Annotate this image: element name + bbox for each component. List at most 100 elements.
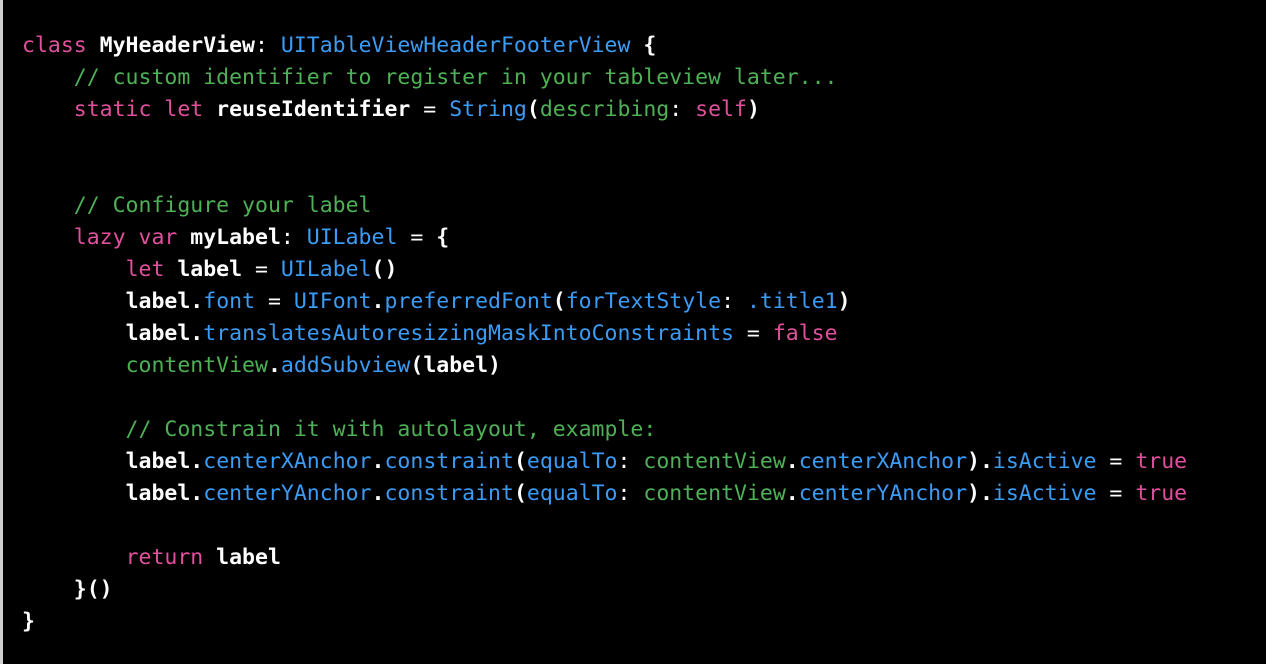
code-line: class MyHeaderView: UITableViewHeaderFoo… — [0, 30, 1266, 62]
code-token: . — [785, 481, 799, 506]
code-token: constraint — [384, 481, 514, 506]
code-line: } — [0, 606, 1266, 638]
code-token: contentView — [643, 481, 786, 506]
code-line: }() — [0, 574, 1266, 606]
code-line: lazy var myLabel: UILabel = { — [0, 222, 1266, 254]
code-line: let label = UILabel() — [0, 254, 1266, 286]
code-token: centerXAnchor — [798, 449, 968, 474]
code-token: { — [436, 225, 450, 250]
code-token: reuseIdentifier — [216, 97, 411, 122]
code-token: } — [22, 609, 35, 634]
code-token: ( — [513, 449, 527, 474]
code-token: label — [125, 449, 191, 474]
code-line: label.font = UIFont.preferredFont(forTex… — [0, 286, 1266, 318]
code-token: . — [979, 449, 993, 474]
code-token: . — [979, 481, 993, 506]
code-token: : — [255, 33, 281, 58]
code-token: = — [410, 97, 450, 122]
code-token: isActive — [992, 481, 1097, 506]
code-token: UITableViewHeaderFooterView — [280, 33, 631, 58]
code-token: . — [371, 481, 385, 506]
code-line: // Configure your label — [0, 190, 1266, 222]
code-token: = — [397, 225, 437, 250]
code-token: = — [1096, 449, 1136, 474]
code-line: // custom identifier to register in your… — [0, 62, 1266, 94]
code-token: : — [617, 449, 644, 474]
code-token: lazy var — [73, 225, 191, 250]
code-token: . — [190, 481, 204, 506]
code-token: . — [190, 449, 204, 474]
code-token: label — [216, 545, 281, 570]
code-token: let — [125, 257, 178, 282]
code-token: centerYAnchor — [798, 481, 968, 506]
code-token: forTextStyle — [565, 289, 722, 314]
code-token: true — [1135, 449, 1188, 474]
code-token: isActive — [992, 449, 1097, 474]
code-token: centerXAnchor — [203, 449, 372, 474]
code-token: : — [721, 289, 747, 314]
code-token: // Constrain it with autolayout, example… — [22, 417, 657, 442]
code-block[interactable]: class MyHeaderView: UITableViewHeaderFoo… — [0, 0, 1266, 638]
code-token: ( — [410, 353, 424, 378]
code-token: () — [371, 257, 398, 282]
code-token: false — [772, 321, 838, 346]
code-token: = — [733, 321, 773, 346]
code-token: label — [125, 321, 191, 346]
code-token: = — [255, 289, 294, 314]
code-token: ( — [513, 481, 527, 506]
code-token: contentView — [125, 353, 268, 378]
code-token: preferredFont — [384, 289, 553, 314]
code-token: true — [1135, 481, 1188, 506]
code-token: ) — [967, 449, 980, 474]
code-token: font — [203, 289, 256, 314]
code-token: self — [695, 97, 747, 122]
code-token: }() — [73, 577, 113, 602]
code-token: ( — [552, 289, 566, 314]
code-token: . — [190, 289, 204, 314]
code-token: myLabel — [190, 225, 281, 250]
code-token: constraint — [384, 449, 514, 474]
code-token: String — [449, 97, 527, 122]
code-line: return label — [0, 542, 1266, 574]
code-token: label — [125, 481, 191, 506]
code-token: . — [190, 321, 204, 346]
code-token: : — [617, 481, 644, 506]
code-token: ) — [488, 353, 501, 378]
code-token: centerYAnchor — [203, 481, 372, 506]
code-token: : — [669, 97, 696, 122]
code-token: . — [371, 449, 385, 474]
code-line: // Constrain it with autolayout, example… — [0, 414, 1266, 446]
code-token: contentView — [643, 449, 786, 474]
code-token: // Configure your label — [22, 193, 372, 218]
code-line: label.centerYAnchor.constraint(equalTo: … — [0, 478, 1266, 510]
code-token: equalTo — [526, 449, 618, 474]
code-token: class — [22, 33, 100, 58]
code-token: ) — [837, 289, 851, 314]
code-token: ) — [967, 481, 980, 506]
code-token: MyHeaderView — [99, 33, 256, 58]
code-token: translatesAutoresizingMaskIntoConstraint… — [203, 321, 734, 346]
code-token: label — [125, 289, 191, 314]
code-token: label — [177, 257, 243, 282]
code-token: // custom identifier to register in your… — [22, 65, 838, 90]
code-token: . — [371, 289, 385, 314]
code-token: equalTo — [526, 481, 618, 506]
code-token: { — [643, 33, 657, 58]
code-line: contentView.addSubview(label) — [0, 350, 1266, 382]
code-token: label — [423, 353, 489, 378]
code-line: label.centerXAnchor.constraint(equalTo: … — [0, 446, 1266, 478]
code-token: . — [785, 449, 799, 474]
code-token: ( — [526, 97, 540, 122]
code-token: addSubview — [280, 353, 411, 378]
code-viewer: class MyHeaderView: UITableViewHeaderFoo… — [0, 0, 1266, 664]
code-token: UILabel — [306, 225, 398, 250]
